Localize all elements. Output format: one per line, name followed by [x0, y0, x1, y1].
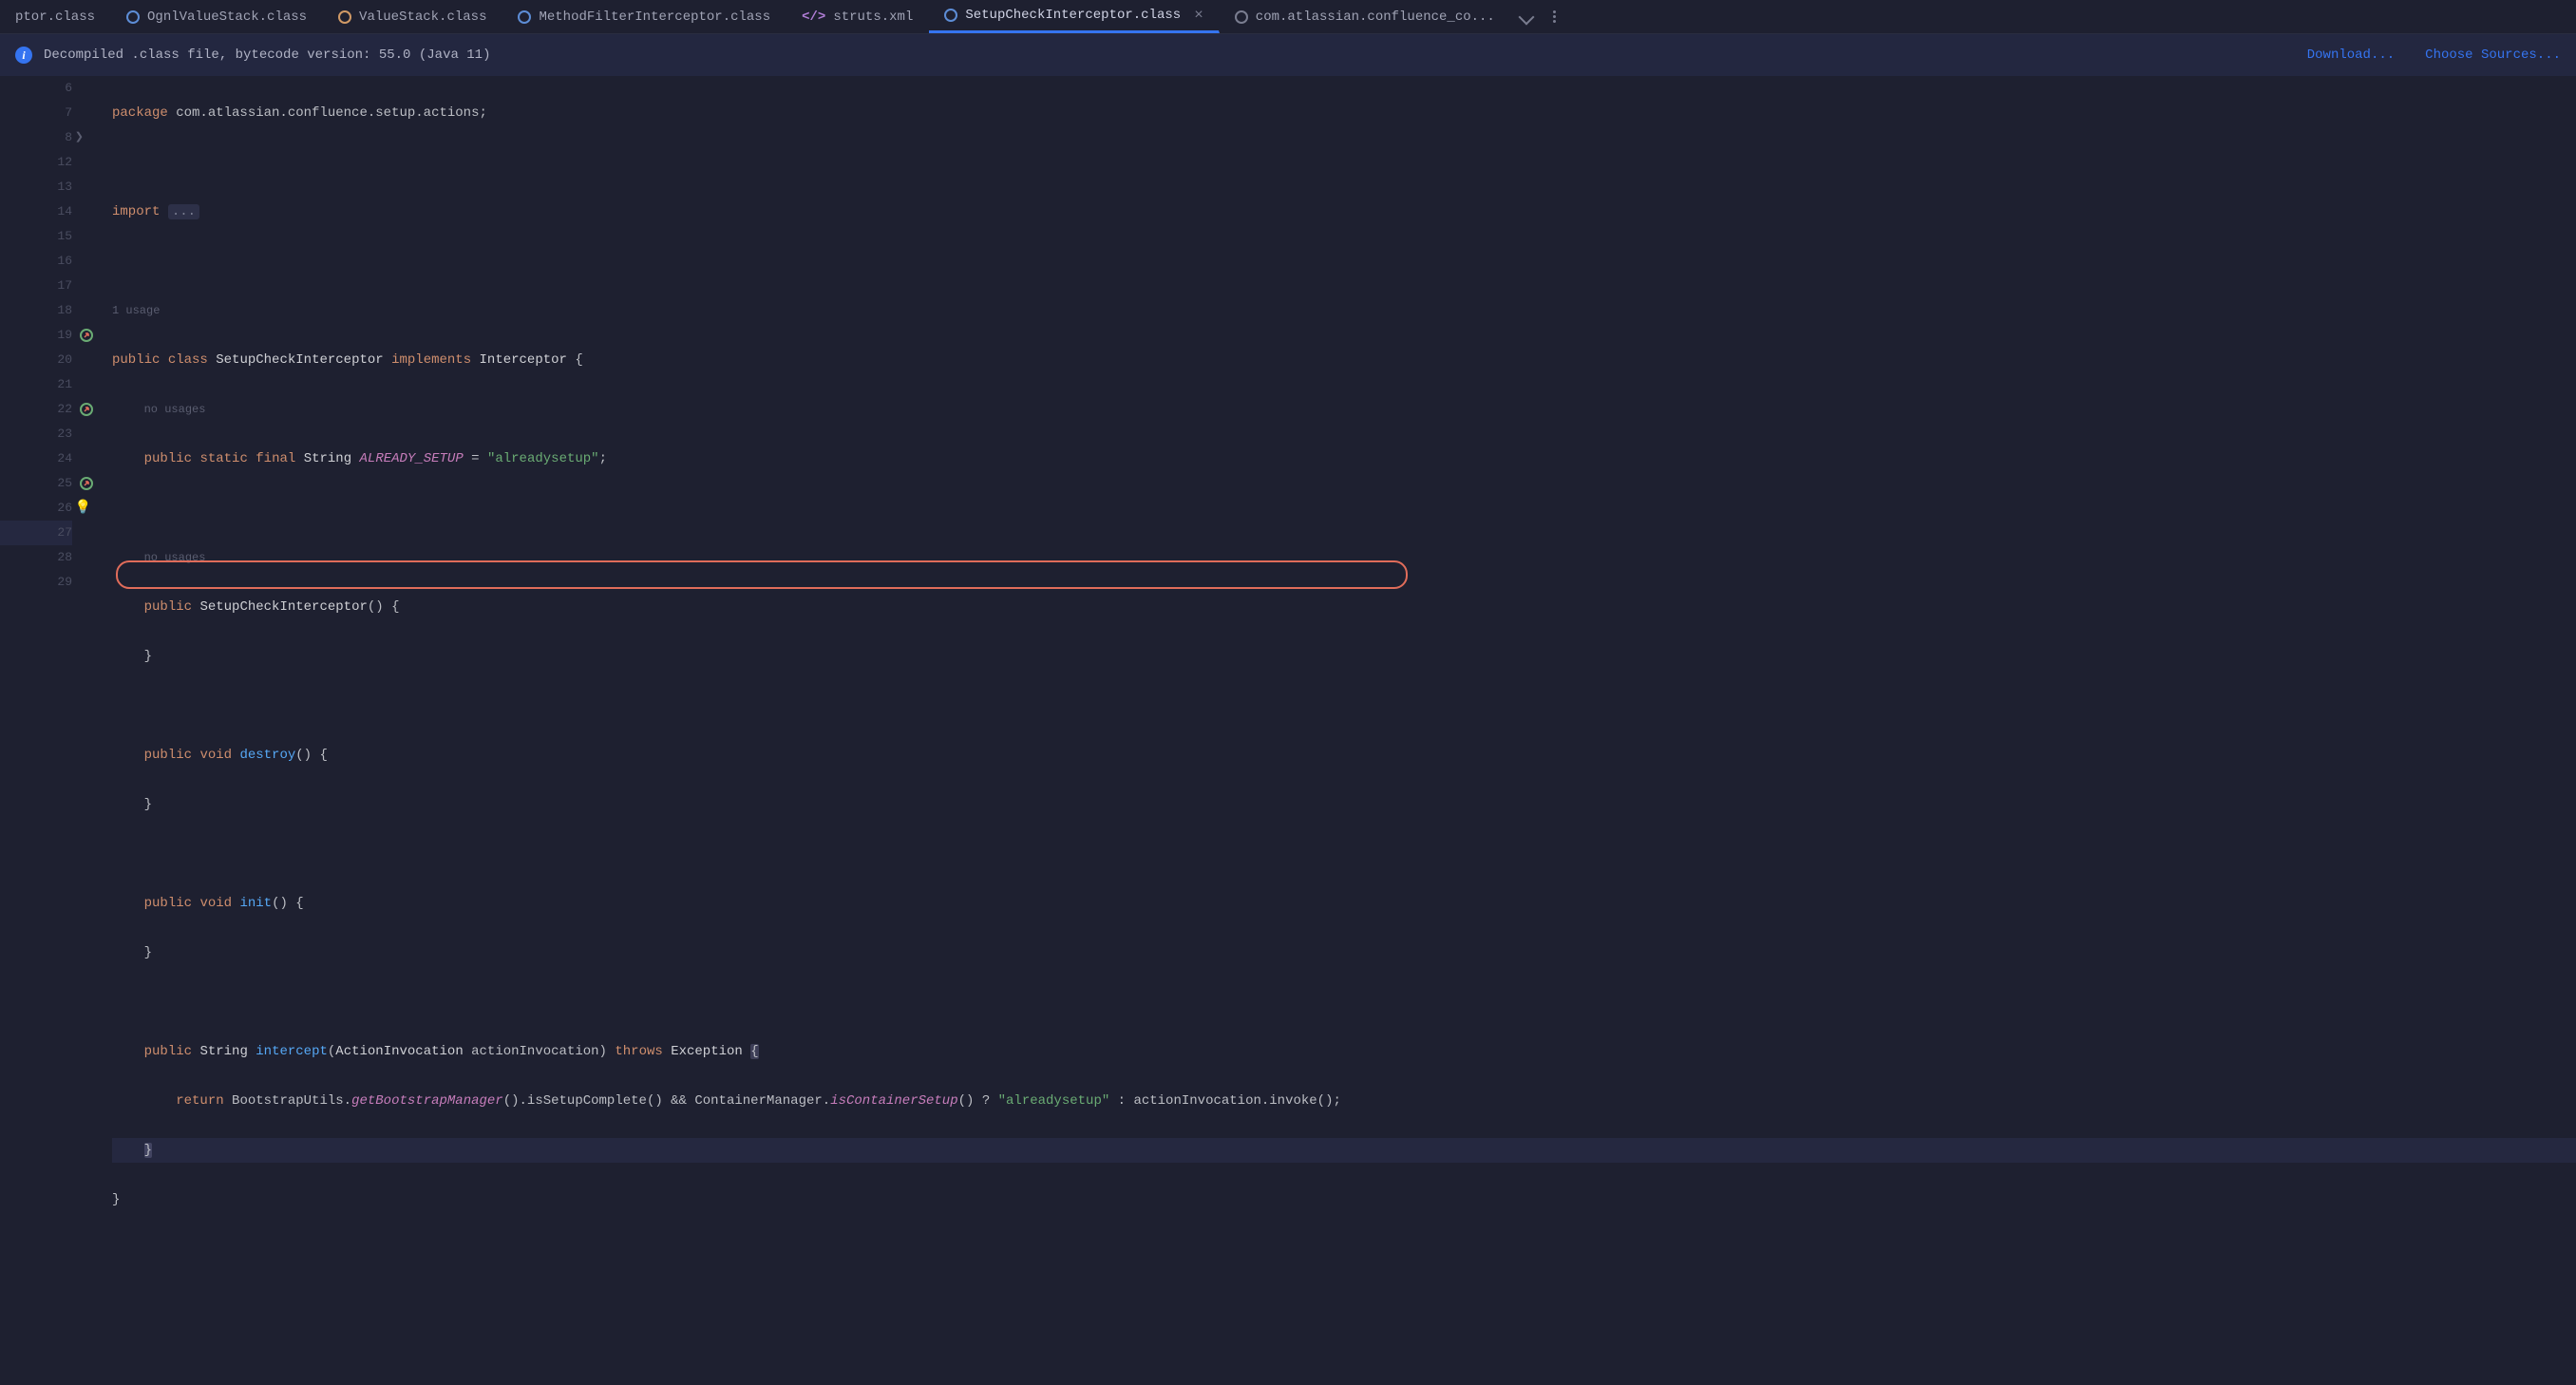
line-number: 21 [57, 377, 72, 391]
tab-label: ptor.class [15, 9, 95, 25]
line-number: 17 [57, 278, 72, 293]
code-line: public void init() { [112, 891, 2576, 916]
code-line: } [112, 1138, 2576, 1163]
tab-valuestack[interactable]: ValueStack.class [323, 0, 502, 33]
line-number: 23 [57, 427, 72, 441]
code-line: } [112, 644, 2576, 669]
line-number: 8 [65, 130, 72, 144]
tab-label: struts.xml [833, 9, 913, 25]
gutter: 6 7 8❯ 12 13 14 15 16 17 18 19 20 21 22 … [0, 76, 85, 1180]
code-line [112, 693, 2576, 718]
code-line [112, 150, 2576, 175]
code-line [112, 990, 2576, 1015]
tab-label: MethodFilterInterceptor.class [539, 9, 770, 25]
line-number: 19 [57, 328, 72, 342]
code-line: no usages [112, 397, 2576, 422]
open-tabs-dropdown[interactable] [1518, 9, 1534, 25]
class-icon [944, 9, 957, 22]
choose-sources-link[interactable]: Choose Sources... [2425, 47, 2561, 63]
inlay-usage[interactable]: 1 usage [112, 304, 160, 317]
code-line [112, 496, 2576, 521]
scroll-marker-bar[interactable] [2567, 76, 2576, 1180]
folded-imports[interactable]: ... [168, 204, 199, 219]
code-line: public void destroy() { [112, 743, 2576, 768]
tab-actions-menu[interactable] [1542, 10, 1567, 23]
tab-setupcheckinterceptor[interactable]: SetupCheckInterceptor.class × [929, 0, 1219, 33]
code-line: 1 usage [112, 298, 2576, 323]
interface-icon [338, 10, 351, 24]
tab-ognlvaluestack[interactable]: OgnlValueStack.class [111, 0, 323, 33]
code-line: package com.atlassian.confluence.setup.a… [112, 101, 2576, 125]
tab-label: OgnlValueStack.class [147, 9, 307, 25]
code-line: } [112, 940, 2576, 965]
class-icon [518, 10, 531, 24]
xml-icon: </> [802, 9, 825, 25]
line-number: 6 [65, 81, 72, 95]
line-number: 22 [57, 402, 72, 416]
line-number: 29 [57, 575, 72, 589]
line-number: 20 [57, 352, 72, 367]
code-line [112, 249, 2576, 274]
decompiled-banner: i Decompiled .class file, bytecode versi… [0, 34, 2576, 76]
code-line: public static final String ALREADY_SETUP… [112, 446, 2576, 471]
code-line: public class SetupCheckInterceptor imple… [112, 348, 2576, 372]
editor-tabs-bar: ptor.class OgnlValueStack.class ValueSta… [0, 0, 2576, 34]
tab-struts-xml[interactable]: </> struts.xml [786, 0, 929, 33]
line-number: 25 [57, 476, 72, 490]
code-line: } [112, 1187, 2576, 1212]
tab-label: SetupCheckInterceptor.class [965, 8, 1181, 23]
code-line: public String intercept(ActionInvocation… [112, 1039, 2576, 1064]
line-number: 7 [65, 105, 72, 120]
class-icon [1235, 10, 1248, 24]
line-number: 27 [57, 525, 72, 540]
inlay-usage[interactable]: no usages [144, 403, 206, 416]
code-line [112, 842, 2576, 866]
tab-methodfilterinterceptor[interactable]: MethodFilterInterceptor.class [502, 0, 786, 33]
class-icon [126, 10, 140, 24]
line-number: 18 [57, 303, 72, 317]
code-line: } [112, 792, 2576, 817]
close-icon[interactable]: × [1194, 7, 1203, 24]
tab-ptor[interactable]: ptor.class [0, 0, 111, 33]
code-editor[interactable]: 6 7 8❯ 12 13 14 15 16 17 18 19 20 21 22 … [0, 76, 2576, 1180]
download-link[interactable]: Download... [2307, 47, 2395, 63]
line-number: 15 [57, 229, 72, 243]
tab-confluence-co[interactable]: com.atlassian.confluence_co... [1220, 0, 1511, 33]
inlay-usage[interactable]: no usages [144, 551, 206, 564]
tab-label: ValueStack.class [359, 9, 486, 25]
code-line [112, 1237, 2576, 1262]
line-number: 26 [57, 501, 72, 515]
line-number: 16 [57, 254, 72, 268]
tab-label: com.atlassian.confluence_co... [1256, 9, 1495, 25]
line-number: 13 [57, 180, 72, 194]
fold-icon[interactable]: ❯ [75, 125, 84, 150]
line-number: 24 [57, 451, 72, 465]
code-line: no usages [112, 545, 2576, 570]
line-number: 28 [57, 550, 72, 564]
code-area[interactable]: package com.atlassian.confluence.setup.a… [85, 76, 2576, 1180]
line-number: 12 [57, 155, 72, 169]
code-line: return BootstrapUtils.getBootstrapManage… [112, 1089, 2576, 1113]
line-number: 14 [57, 204, 72, 218]
banner-text: Decompiled .class file, bytecode version… [44, 47, 2277, 63]
code-line: public SetupCheckInterceptor() { [112, 595, 2576, 619]
code-line: import ... [112, 199, 2576, 224]
info-icon: i [15, 47, 32, 64]
